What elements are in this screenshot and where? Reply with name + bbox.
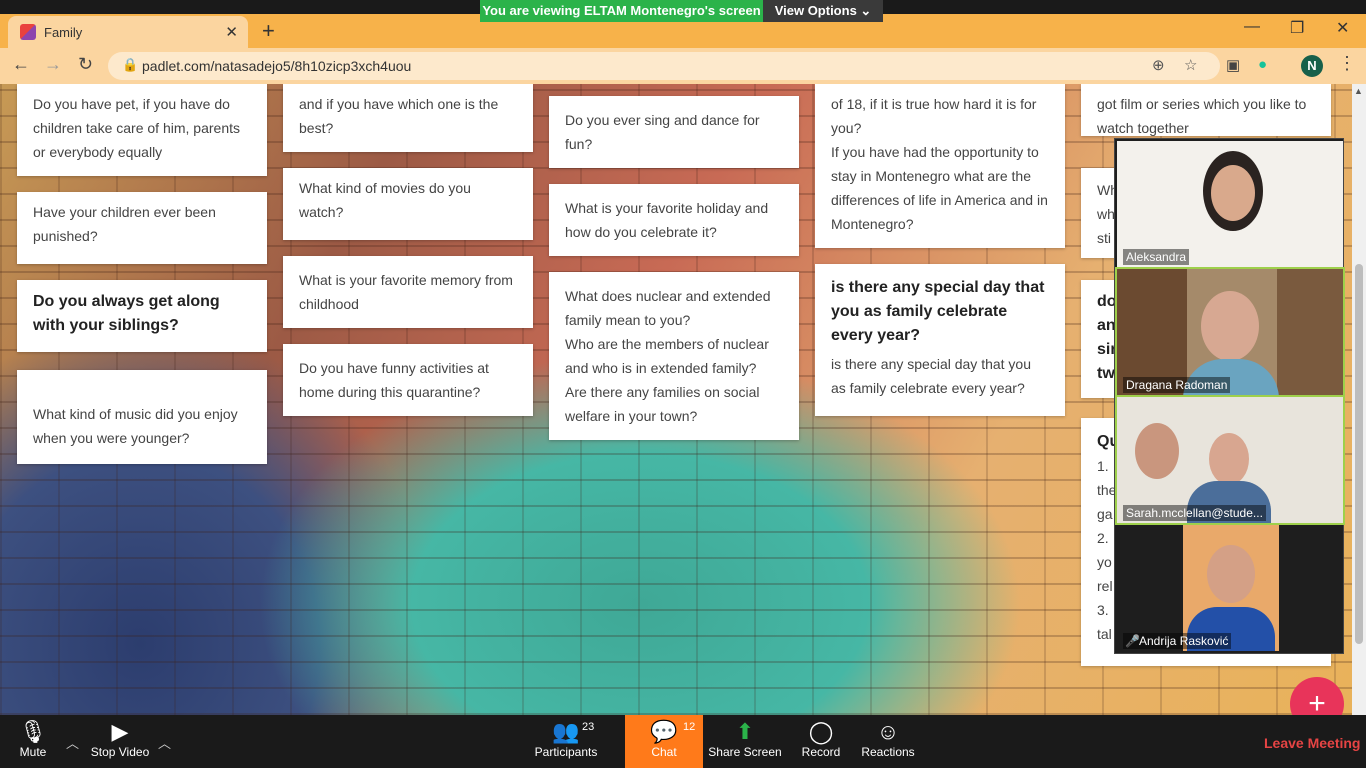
- reactions-label: Reactions: [861, 745, 915, 759]
- video-options-caret-icon[interactable]: ︿: [158, 733, 171, 752]
- post-text: of 18, if it is true how hard it is for …: [831, 96, 1037, 136]
- post-text: What does nuclear and extended family me…: [565, 288, 771, 328]
- reactions-button[interactable]: ☺ Reactions: [860, 715, 916, 768]
- post-text: Do you have funny activities at home dur…: [299, 360, 489, 400]
- post-card[interactable]: and if you have which one is the best?: [283, 84, 533, 152]
- video-tile[interactable]: Sarah.mcclellan@stude...: [1115, 395, 1345, 525]
- chat-button[interactable]: 💬 Chat 12: [625, 715, 703, 768]
- close-window-button[interactable]: ✕: [1336, 18, 1349, 38]
- browser-toolbar: ← → ↻ 🔒 padlet.com/natasadejo5/8h10zicp3…: [0, 48, 1366, 84]
- post-text: Do you ever sing and dance for fun?: [565, 112, 760, 152]
- scrollbar-thumb[interactable]: [1355, 264, 1363, 644]
- post-title: is there any special day that you as fam…: [831, 279, 1045, 344]
- grammarly-icon[interactable]: ●: [1258, 56, 1267, 73]
- post-text: What is your favorite holiday and how do…: [565, 200, 769, 240]
- back-arrow-icon[interactable]: ←: [12, 54, 30, 75]
- audio-options-caret-icon[interactable]: ︿: [66, 733, 79, 752]
- extension-icon[interactable]: ▣: [1226, 56, 1240, 74]
- record-button[interactable]: ◯ Record: [796, 715, 846, 768]
- reload-icon[interactable]: ↻: [78, 54, 93, 75]
- post-card[interactable]: Do you have funny activities at home dur…: [283, 344, 533, 416]
- post-card[interactable]: Do you have pet, if you have do children…: [17, 84, 267, 176]
- share-screen-label: Share Screen: [708, 745, 782, 759]
- leave-meeting-button[interactable]: Leave Meeting: [1264, 735, 1360, 751]
- post-card[interactable]: is there any special day that you as fam…: [815, 264, 1065, 416]
- video-tile[interactable]: Aleksandra: [1117, 141, 1343, 267]
- video-tile[interactable]: Dragana Radoman: [1115, 267, 1345, 397]
- bookmark-star-icon[interactable]: ☆: [1184, 56, 1197, 74]
- chat-count-badge: 12: [683, 721, 696, 733]
- view-options-button[interactable]: View Options ⌄: [763, 0, 883, 22]
- url-text: padlet.com/natasadejo5/8h10zicp3xch4uou: [142, 58, 412, 74]
- install-app-icon[interactable]: ⊕: [1152, 56, 1165, 74]
- mic-muted-icon: 🎤: [1125, 634, 1140, 648]
- browser-tab-family[interactable]: Family ✕: [8, 16, 248, 48]
- participant-name: Dragana Radoman: [1123, 377, 1231, 393]
- mute-button[interactable]: 🎙 Mute: [8, 715, 58, 768]
- browser-menu-icon[interactable]: ⋮: [1338, 53, 1356, 74]
- share-screen-button[interactable]: ⬆ Share Screen: [708, 715, 782, 768]
- record-label: Record: [801, 745, 841, 759]
- record-icon: ◯: [808, 719, 834, 744]
- post-card[interactable]: What is your favorite memory from childh…: [283, 256, 533, 328]
- microphone-icon: 🎙: [19, 719, 47, 744]
- participant-face: [1207, 545, 1255, 603]
- zoom-meeting-toolbar: 🎙 Mute ︿ ▶ Stop Video ︿ 👥 Participants 2…: [0, 715, 1366, 768]
- bookshelf: [1277, 269, 1343, 395]
- participant-face: [1211, 165, 1255, 221]
- participants-count-badge: 23: [582, 721, 595, 733]
- post-text: What kind of music did you enjoy when yo…: [33, 406, 238, 446]
- stop-video-label: Stop Video: [90, 745, 150, 759]
- post-text: and if you have which one is the best?: [299, 96, 499, 136]
- post-card[interactable]: What is your favorite holiday and how do…: [549, 184, 799, 256]
- post-card[interactable]: Have your children ever been punished?: [17, 192, 267, 264]
- participant-name: Aleksandra: [1123, 249, 1190, 265]
- lock-icon: 🔒: [122, 57, 139, 72]
- stop-video-button[interactable]: ▶ Stop Video: [86, 715, 154, 768]
- post-card[interactable]: of 18, if it is true how hard it is for …: [815, 84, 1065, 248]
- post-text: What is your favorite memory from childh…: [299, 272, 513, 312]
- emoji-smile-icon: ☺: [876, 719, 900, 744]
- video-camera-icon: ▶: [111, 719, 129, 744]
- post-text: Are there any families on social welfare…: [565, 384, 760, 424]
- post-card[interactable]: What kind of music did you enjoy when yo…: [17, 370, 267, 464]
- scroll-up-icon[interactable]: ▲: [1354, 86, 1363, 96]
- post-card[interactable]: Do you always get along with your siblin…: [17, 280, 267, 352]
- tab-close-icon[interactable]: ✕: [225, 23, 238, 41]
- share-screen-icon: ⬆: [735, 719, 755, 744]
- post-card[interactable]: What kind of movies do you watch?: [283, 168, 533, 240]
- post-card[interactable]: What does nuclear and extended family me…: [549, 272, 799, 440]
- participant-face: [1135, 423, 1179, 479]
- tab-title: Family: [44, 25, 83, 40]
- participant-face: [1209, 433, 1249, 485]
- post-title: Do you always get along with your siblin…: [33, 293, 220, 334]
- restore-button[interactable]: ❐: [1290, 18, 1304, 38]
- post-text: What kind of movies do you watch?: [299, 180, 471, 220]
- profile-avatar[interactable]: N: [1301, 55, 1323, 77]
- page-scrollbar[interactable]: ▲: [1352, 84, 1366, 715]
- participant-name-muted: 🎤 Andrija Rasković: [1123, 633, 1232, 649]
- address-bar[interactable]: 🔒 padlet.com/natasadejo5/8h10zicp3xch4uo…: [108, 52, 1220, 80]
- participants-label: Participants: [534, 745, 598, 759]
- forward-arrow-icon[interactable]: →: [44, 54, 62, 75]
- post-text: Have your children ever been punished?: [33, 204, 216, 244]
- post-text: is there any special day that you as fam…: [831, 356, 1032, 396]
- chat-label: Chat: [651, 745, 677, 759]
- participant-name: Andrija Rasković: [1139, 634, 1229, 648]
- post-text: Do you have pet, if you have do children…: [33, 96, 240, 160]
- post-card[interactable]: got film or series which you like to wat…: [1081, 84, 1331, 136]
- new-tab-button[interactable]: +: [262, 18, 275, 44]
- participant-name: Sarah.mcclellan@stude...: [1123, 505, 1266, 521]
- mute-label: Mute: [19, 745, 47, 759]
- viewing-screen-indicator: You are viewing ELTAM Montenegro's scree…: [480, 0, 763, 22]
- participant-face: [1201, 291, 1259, 361]
- padlet-favicon-icon: [20, 24, 36, 40]
- minimize-button[interactable]: —: [1244, 18, 1260, 36]
- post-text: If you have had the opportunity to stay …: [831, 144, 1048, 232]
- post-text: got film or series which you like to wat…: [1097, 96, 1307, 136]
- video-tile[interactable]: 🎤 Andrija Rasković: [1117, 525, 1343, 651]
- video-gallery-panel: Aleksandra Dragana Radoman Sarah.mcclell…: [1114, 138, 1345, 654]
- post-card[interactable]: Do you ever sing and dance for fun?: [549, 96, 799, 168]
- post-text: Who are the members of nuclear and who i…: [565, 336, 769, 376]
